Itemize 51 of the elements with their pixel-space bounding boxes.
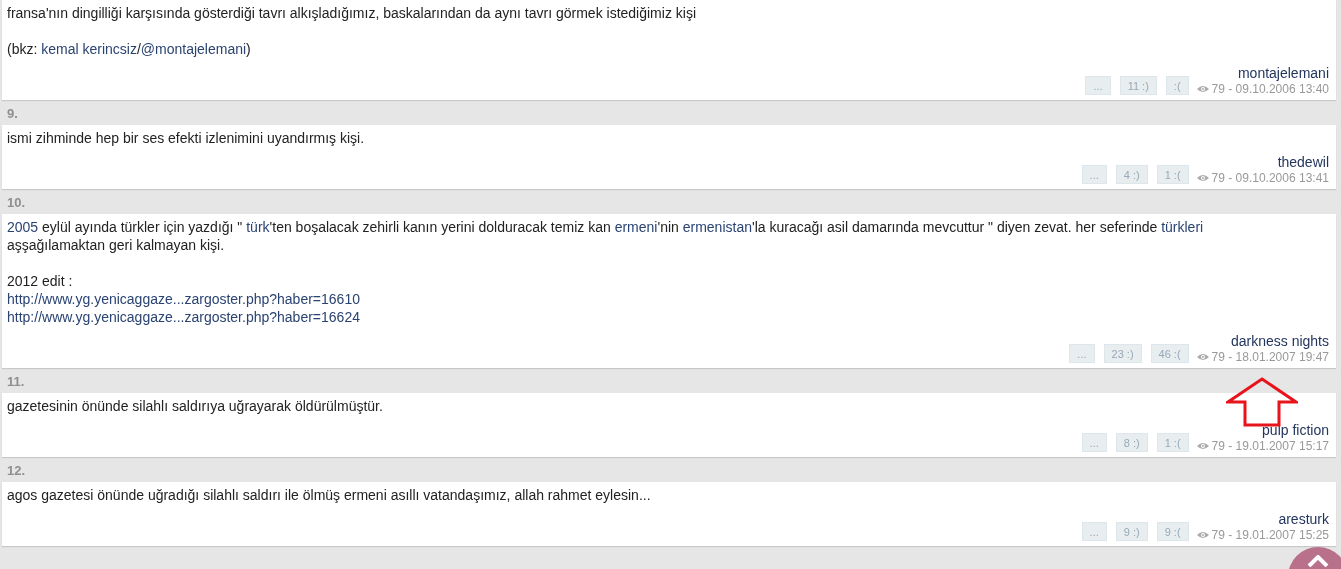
vote-button[interactable]: 23 :) [1103, 344, 1142, 363]
link[interactable]: ermeni [614, 219, 658, 235]
vote-button[interactable]: ... [1081, 433, 1107, 452]
entry-meta: 79 - 09.10.2006 13:41 [1211, 171, 1329, 185]
author-name[interactable]: montajelemani [1237, 65, 1329, 82]
eye-icon [1196, 442, 1209, 450]
chevron-up-icon [1307, 555, 1329, 567]
vote-button[interactable]: 8 :) [1115, 433, 1148, 452]
link[interactable]: kemal kerincsiz [41, 41, 137, 57]
entry-number: 12. [7, 463, 26, 478]
vote-button[interactable]: ... [1069, 344, 1095, 363]
author-name[interactable]: pulp fiction [1262, 422, 1329, 439]
link[interactable]: @montajelemani [140, 41, 247, 57]
entry-text: (bkz: kemal kerincsiz/@montajelemani) [7, 40, 252, 58]
eye-icon [1196, 353, 1209, 361]
link[interactable]: ermenistan [682, 219, 752, 235]
vote-button[interactable]: ... [1085, 76, 1111, 95]
link[interactable]: http://www.yg.yenicaggaze...zargoster.php?haber=16624 [7, 309, 360, 325]
vote-button[interactable]: 9 :) [1115, 522, 1148, 541]
author-name[interactable]: thedewil [1277, 154, 1329, 171]
vote-button[interactable]: ... [1081, 522, 1107, 541]
entry-text: 2005 eylül ayında türkler için yazdığı " türk'ten boşalacak zehirli kanın yerini dolduracak temiz kan ermeni'nin ermenistan'la kuracağı asil damarında mevcuttur " diyen zevat. her seferinde türkleri aşşağılamaktan geri kalmayan kişi. [7, 218, 1205, 254]
author-name[interactable]: aresturk [1278, 511, 1329, 528]
link[interactable]: türk [246, 219, 270, 235]
vote-button[interactable]: ... [1081, 165, 1107, 184]
vote-button[interactable]: 4 :) [1115, 165, 1148, 184]
vote-button[interactable]: 9 :( [1156, 522, 1189, 541]
eye-icon [1196, 531, 1209, 539]
link[interactable]: 2005 [7, 219, 39, 235]
eye-icon [1196, 85, 1209, 93]
entry-number: 10. [7, 195, 26, 210]
link[interactable]: http://www.yg.yenicaggaze...zargoster.php?haber=16610 [7, 291, 360, 307]
vote-button[interactable]: 46 :( [1150, 344, 1189, 363]
vote-button[interactable]: 1 :( [1156, 165, 1189, 184]
link[interactable]: türkleri [1161, 219, 1204, 235]
entry-text: agos gazetesi önünde uğradığı silahlı saldırı ile ölmüş ermeni asıllı vatandaşımız, allah rahmet eylesin... [7, 486, 652, 504]
entry-meta: 79 - 18.01.2007 19:47 [1211, 350, 1329, 364]
entry-text: gazetesinin önünde silahlı saldırıya uğrayarak öldürülmüştür. [7, 397, 384, 415]
entry-number: 9. [7, 106, 18, 121]
entry-meta: 79 - 19.01.2007 15:25 [1211, 528, 1329, 542]
entry-text: 2012 edit : [7, 272, 74, 290]
eye-icon [1196, 174, 1209, 182]
entry-text: ismi zihminde hep bir ses efekti izlenimini uyandırmış kişi. [7, 129, 366, 147]
entry-number: 11. [7, 374, 25, 389]
entry-meta: 79 - 09.10.2006 13:40 [1211, 82, 1329, 96]
author-name[interactable]: darkness nights [1230, 333, 1329, 350]
vote-button[interactable]: 1 :( [1156, 433, 1189, 452]
entry-text: fransa'nın dingilliği karşısında gösterdiği tavrı alkışladığımız, baskalarından da aynı tavrı görmek istediğimiz kişi [7, 4, 697, 22]
entry-meta: 79 - 19.01.2007 15:17 [1211, 439, 1329, 453]
vote-button[interactable]: 11 :) [1119, 76, 1157, 95]
vote-button[interactable]: :( [1165, 76, 1189, 95]
